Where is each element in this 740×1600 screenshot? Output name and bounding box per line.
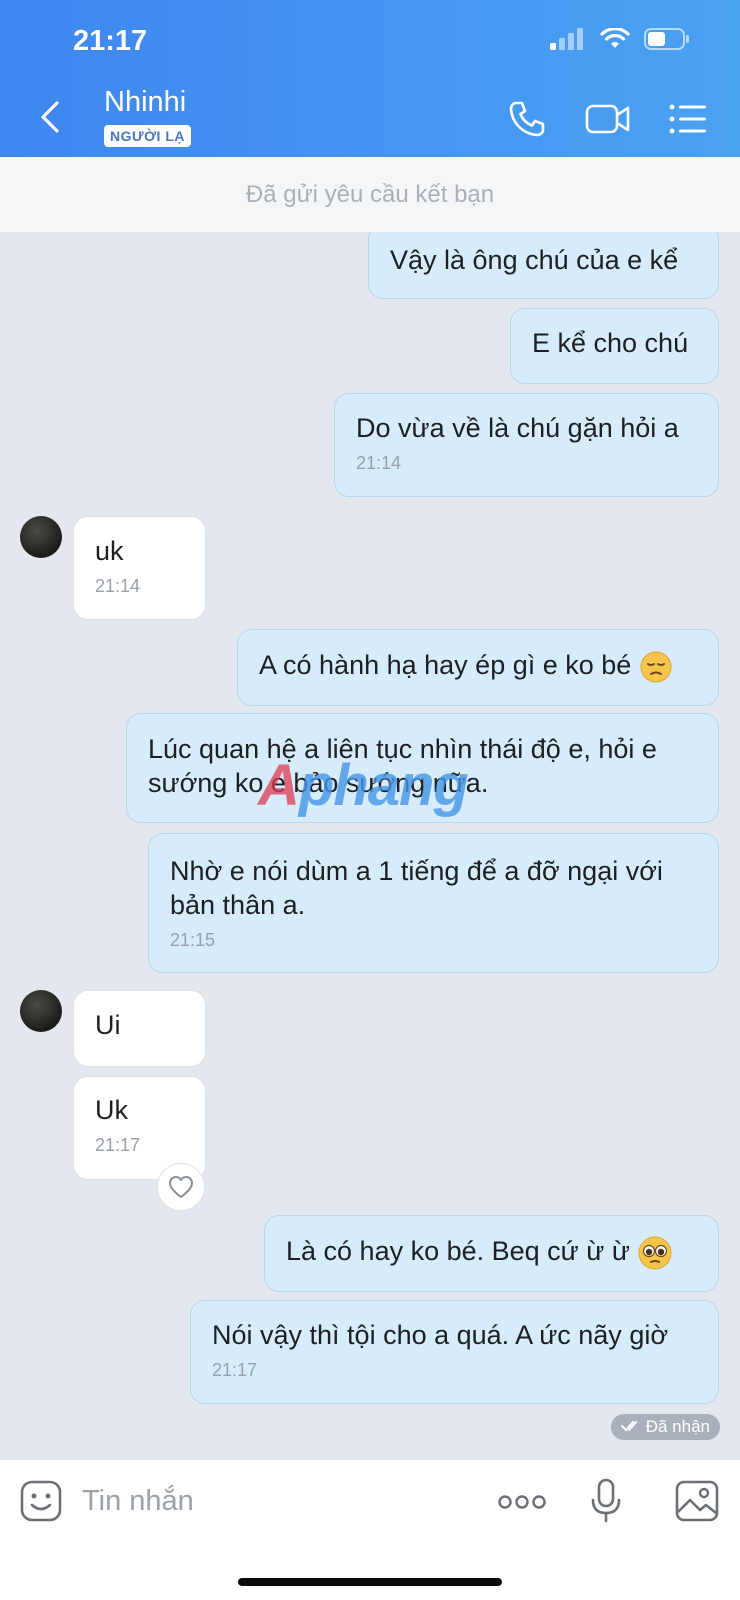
message-time: 21:17 <box>95 1135 141 1155</box>
delivered-status: Đã nhận <box>610 1414 720 1440</box>
message-text: uk <box>95 536 124 566</box>
status-icons <box>550 28 690 50</box>
message-bubble-sent[interactable]: Nói vậy thì tội cho a quá. A ức nãy giờ … <box>190 1300 719 1404</box>
double-check-icon <box>620 1421 637 1432</box>
gallery-icon[interactable] <box>675 1480 719 1522</box>
message-text: Do vừa về là chú gặn hỏi a <box>356 413 679 443</box>
message-text: Uk <box>95 1095 128 1125</box>
message-bubble-sent[interactable]: Nhờ e nói dùm a 1 tiếng để a đỡ ngại với… <box>148 833 719 973</box>
battery-icon <box>644 28 689 50</box>
message-input[interactable]: Tin nhắn <box>82 1485 194 1518</box>
message-bubble-received[interactable]: uk 21:14 <box>73 516 206 620</box>
status-time: 21:17 <box>73 25 148 57</box>
message-bubble-sent[interactable]: Vậy là ông chú của e kể <box>368 232 719 299</box>
react-heart-button[interactable] <box>157 1163 205 1211</box>
message-list[interactable]: Vậy là ông chú của e kể E kể cho chú Do … <box>0 232 740 1460</box>
pensive-face-icon <box>640 651 672 683</box>
microphone-icon[interactable] <box>589 1478 623 1524</box>
avatar[interactable] <box>20 990 62 1032</box>
message-text: A có hành hạ hay ép gì e ko bé <box>259 650 632 680</box>
message-bubble-sent[interactable]: Lúc quan hệ a liên tục nhìn thái độ e, h… <box>126 713 719 823</box>
message-bubble-received[interactable]: Ui <box>73 990 206 1067</box>
signal-icon <box>550 28 583 50</box>
more-options-icon[interactable] <box>498 1494 546 1510</box>
message-text: Lúc quan hệ a liên tục nhìn thái độ e, h… <box>148 734 657 798</box>
heart-icon <box>169 1176 193 1198</box>
pleading-face-icon <box>638 1236 672 1270</box>
video-call-icon[interactable] <box>585 100 631 138</box>
message-text: Nói vậy thì tội cho a quá. A ức nãy giờ <box>212 1320 669 1350</box>
stranger-badge: NGƯỜI LẠ <box>104 125 191 147</box>
message-bubble-sent[interactable]: A có hành hạ hay ép gì e ko bé <box>237 629 719 706</box>
message-text: Vậy là ông chú của e kể <box>390 245 679 275</box>
message-text: E kể cho chú <box>532 328 689 358</box>
home-indicator <box>238 1578 502 1586</box>
message-text: Nhờ e nói dùm a 1 tiếng để a đỡ ngại với… <box>170 856 663 920</box>
message-time: 21:17 <box>212 1360 258 1380</box>
friend-request-banner: Đã gửi yêu cầu kết bạn <box>0 157 740 232</box>
message-time: 21:14 <box>95 576 141 596</box>
chat-header: 21:17 Nhinhi NGƯỜI LẠ <box>0 0 740 157</box>
menu-icon[interactable] <box>669 104 707 134</box>
contact-name[interactable]: Nhinhi <box>104 86 186 119</box>
delivered-text: Đã nhận <box>645 1417 710 1436</box>
message-bubble-sent[interactable]: E kể cho chú <box>510 308 719 384</box>
message-time: 21:15 <box>170 930 216 950</box>
message-time: 21:14 <box>356 453 402 473</box>
wifi-icon <box>600 28 630 48</box>
message-bubble-sent[interactable]: Là có hay ko bé. Beq cứ ừ ừ <box>264 1215 719 1292</box>
avatar[interactable] <box>20 516 62 558</box>
phone-icon[interactable] <box>508 100 546 138</box>
sticker-icon[interactable] <box>20 1480 62 1522</box>
message-text: Ui <box>95 1010 121 1040</box>
back-arrow-icon[interactable] <box>38 100 62 134</box>
message-text: Là có hay ko bé. Beq cứ ừ ừ <box>286 1236 630 1266</box>
message-bubble-sent[interactable]: Do vừa về là chú gặn hỏi a 21:14 <box>334 393 719 497</box>
